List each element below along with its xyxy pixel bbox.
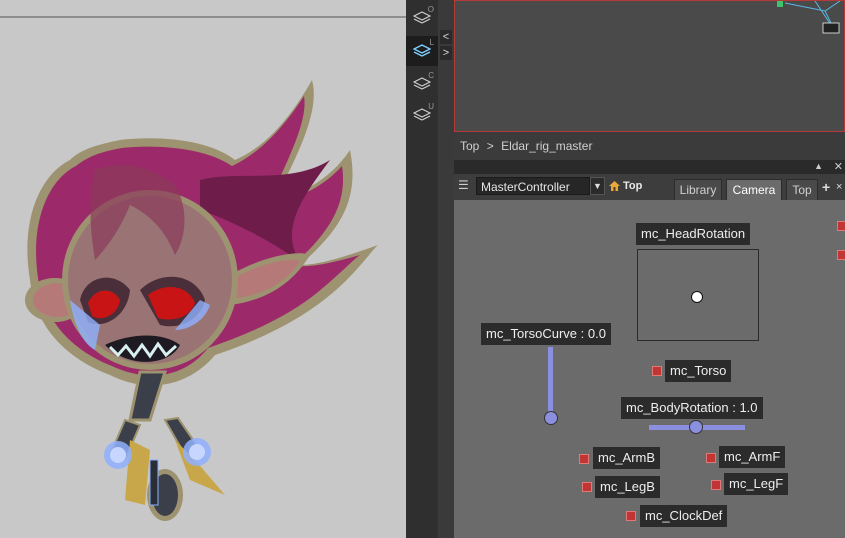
tab-top[interactable]: Top bbox=[786, 179, 818, 200]
layer-button-l[interactable]: L bbox=[406, 36, 438, 66]
home-icon bbox=[609, 181, 620, 191]
close-panel-button[interactable]: × bbox=[836, 180, 845, 194]
body-rotation-label: mc_BodyRotation : 1.0 bbox=[621, 397, 763, 419]
hamburger-icon[interactable]: ☰ bbox=[458, 178, 472, 192]
node-view[interactable] bbox=[454, 0, 845, 132]
torso-curve-slider[interactable] bbox=[548, 347, 553, 419]
expand-arrow-icon[interactable]: > bbox=[440, 46, 452, 60]
stage-viewport[interactable] bbox=[0, 0, 406, 538]
chevron-down-icon[interactable]: ▼ bbox=[590, 177, 605, 195]
controller-select[interactable]: MasterController bbox=[476, 177, 590, 195]
breadcrumb-separator: > bbox=[486, 139, 494, 153]
controller-square[interactable] bbox=[837, 221, 845, 231]
layer-letter: C bbox=[428, 71, 434, 80]
breadcrumb: Top > Eldar_rig_master bbox=[454, 132, 845, 160]
head-rotation-label: mc_HeadRotation bbox=[636, 223, 751, 245]
leg-b-label: mc_LegB bbox=[595, 476, 660, 498]
node-graph-fragment bbox=[777, 1, 841, 34]
chevron-up-icon[interactable]: ▲ bbox=[814, 161, 823, 171]
top-button-label: Top bbox=[623, 180, 643, 192]
body-rotation-handle[interactable] bbox=[689, 420, 703, 434]
torso-curve-handle[interactable] bbox=[544, 411, 558, 425]
leg-f-control-square[interactable] bbox=[711, 480, 721, 490]
head-rotation-handle[interactable] bbox=[691, 291, 703, 303]
arm-b-label: mc_ArmB bbox=[593, 447, 661, 469]
layers-icon bbox=[413, 44, 431, 57]
close-icon[interactable]: ✕ bbox=[834, 160, 843, 173]
controller-square[interactable] bbox=[837, 250, 845, 260]
panel-arrow-column: < > bbox=[438, 0, 454, 538]
leg-f-label: mc_LegF bbox=[724, 473, 789, 495]
torso-control-square[interactable] bbox=[652, 366, 662, 376]
layer-letter: U bbox=[428, 102, 434, 111]
character-drawing bbox=[25, 80, 378, 521]
torso-label: mc_Torso bbox=[665, 360, 732, 382]
layer-button-o[interactable]: O bbox=[406, 3, 438, 33]
torso-curve-label: mc_TorsoCurve : 0.0 bbox=[481, 323, 611, 345]
arm-f-control-square[interactable] bbox=[706, 453, 716, 463]
arm-b-control-square[interactable] bbox=[579, 454, 589, 464]
top-button[interactable]: Top bbox=[608, 178, 642, 194]
clock-def-control-square[interactable] bbox=[626, 511, 636, 521]
layer-strip: O L C U bbox=[406, 0, 438, 538]
layer-letter: O bbox=[427, 5, 434, 14]
layer-button-c[interactable]: C bbox=[406, 69, 438, 99]
panel-divider[interactable]: ▲ ✕ bbox=[454, 160, 845, 174]
layer-button-u[interactable]: U bbox=[406, 100, 438, 130]
collapse-arrow-icon[interactable]: < bbox=[440, 30, 452, 44]
tab-camera[interactable]: Camera bbox=[726, 179, 782, 200]
tab-library[interactable]: Library bbox=[674, 179, 722, 200]
add-tab-button[interactable]: + bbox=[822, 180, 834, 194]
layer-letter: L bbox=[429, 38, 434, 47]
breadcrumb-root[interactable]: Top bbox=[460, 139, 479, 153]
arm-f-label: mc_ArmF bbox=[719, 446, 786, 468]
breadcrumb-current[interactable]: Eldar_rig_master bbox=[501, 139, 592, 153]
leg-b-control-square[interactable] bbox=[582, 482, 592, 492]
clock-def-label: mc_ClockDef bbox=[640, 505, 728, 527]
